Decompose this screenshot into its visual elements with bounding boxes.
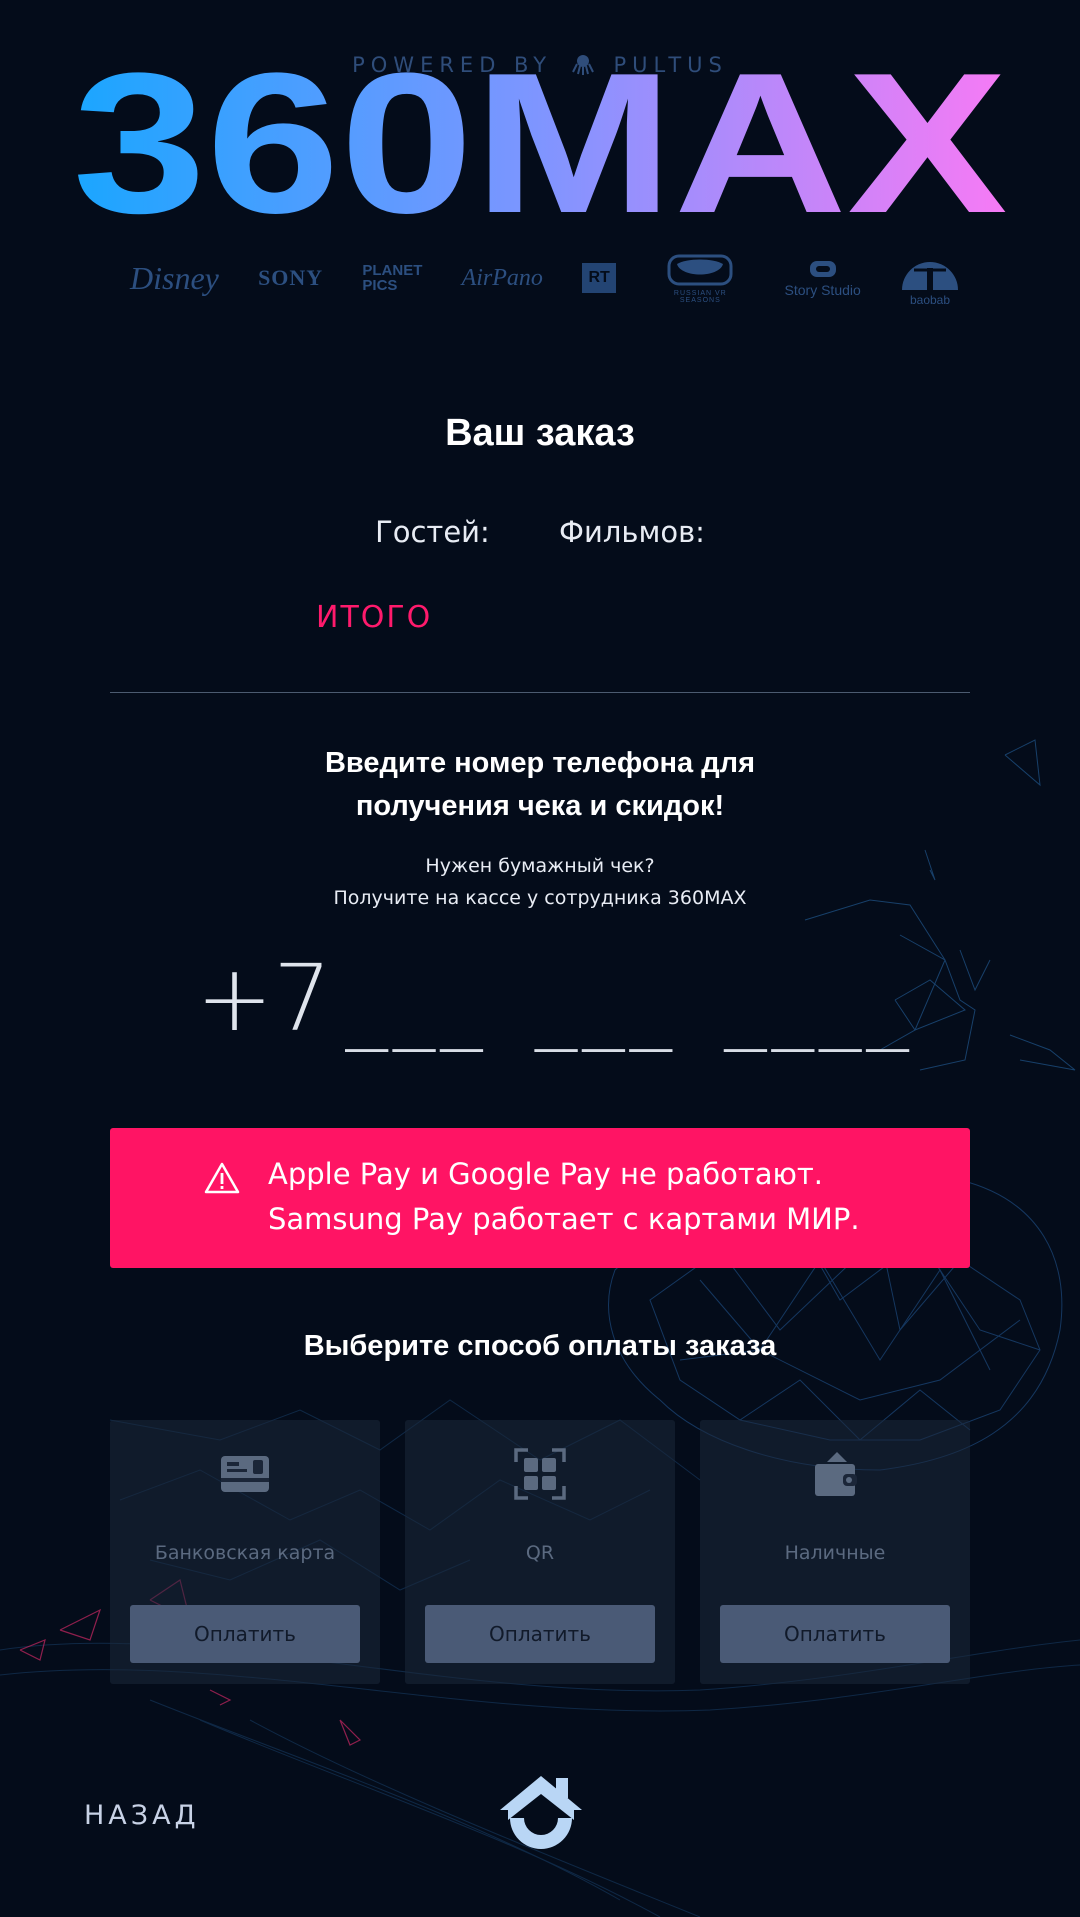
payment-warning-text: Apple Pay и Google Pay не работают. Sams… [268, 1152, 860, 1242]
pay-cash-button[interactable]: Оплатить [720, 1605, 950, 1663]
payment-method-title: Выберите способ оплаты заказа [303, 1330, 777, 1362]
paper-receipt-info: Нужен бумажный чек? Получите на кассе у … [0, 850, 1080, 914]
partner-russian-vr-seasons-logo: RUSSIAN VR SEASONS [655, 252, 745, 304]
payment-option-label: Банковская карта [154, 1542, 336, 1564]
qr-code-icon [514, 1448, 566, 1500]
credit-card-icon [221, 1456, 269, 1492]
wallet-icon [815, 1452, 857, 1496]
pay-card-button[interactable]: Оплатить [130, 1605, 360, 1663]
phone-prompt-line-2: получения чека и скидок! [355, 790, 725, 822]
partner-rt-logo: RT [582, 263, 617, 293]
logo-text: 360MAX [73, 60, 1008, 225]
phone-prompt-line-1: Введите номер телефона для [324, 747, 755, 779]
guests-label: Гостей: [375, 515, 490, 549]
warning-line-2: Samsung Pay работает с картами МИР. [268, 1202, 860, 1236]
payment-option-cash[interactable]: Наличные Оплатить [700, 1420, 970, 1684]
order-counts: Гостей: Фильмов: [0, 515, 1080, 549]
films-label: Фильмов: [559, 515, 705, 549]
vr-headset-icon [667, 254, 733, 286]
total-label: ИТОГО [316, 600, 433, 635]
russian-vr-seasons-text: RUSSIAN VR SEASONS [673, 290, 727, 304]
warning-icon [204, 1162, 240, 1194]
payment-option-card[interactable]: Банковская карта Оплатить [110, 1420, 380, 1684]
payment-option-label: Наличные [784, 1542, 886, 1564]
payment-option-qr[interactable]: QR Оплатить [405, 1420, 675, 1684]
receipt-line-1: Нужен бумажный чек? [425, 855, 655, 877]
receipt-line-2: Получите на кассе у сотрудника 360MAX [333, 887, 747, 909]
order-title: Ваш заказ [445, 412, 635, 454]
divider [110, 692, 970, 693]
baobab-tree-icon [902, 261, 958, 290]
story-studio-text: Story Studio [784, 281, 861, 298]
pay-qr-button[interactable]: Оплатить [425, 1605, 655, 1663]
partner-baobab-logo: baobab [900, 250, 960, 307]
partner-airpano-logo: AirPano [461, 264, 543, 291]
back-button[interactable]: НАЗАД [84, 1800, 200, 1831]
warning-line-1: Apple Pay и Google Pay не работают. [268, 1157, 824, 1191]
partner-story-studio-logo: Story Studio [785, 259, 861, 298]
home-icon[interactable] [496, 1770, 586, 1860]
phone-number-input[interactable]: ___ ___ ____ [345, 968, 913, 1052]
story-studio-icon [809, 260, 836, 277]
partner-disney-logo: Disney [130, 259, 219, 296]
partner-logos: Disney SONY PLANET PICS AirPano RT RUSSI… [130, 250, 960, 307]
payment-option-label: QR [525, 1542, 555, 1564]
partner-planet-pics-logo: PLANET PICS [362, 262, 423, 294]
partner-sony-logo: SONY [258, 265, 324, 290]
brand-logo: 360MAX [73, 60, 1008, 225]
baobab-text: baobab [909, 292, 951, 307]
phone-prompt-title: Введите номер телефона для получения чек… [0, 742, 1080, 828]
phone-country-code: +7 [196, 945, 332, 1052]
